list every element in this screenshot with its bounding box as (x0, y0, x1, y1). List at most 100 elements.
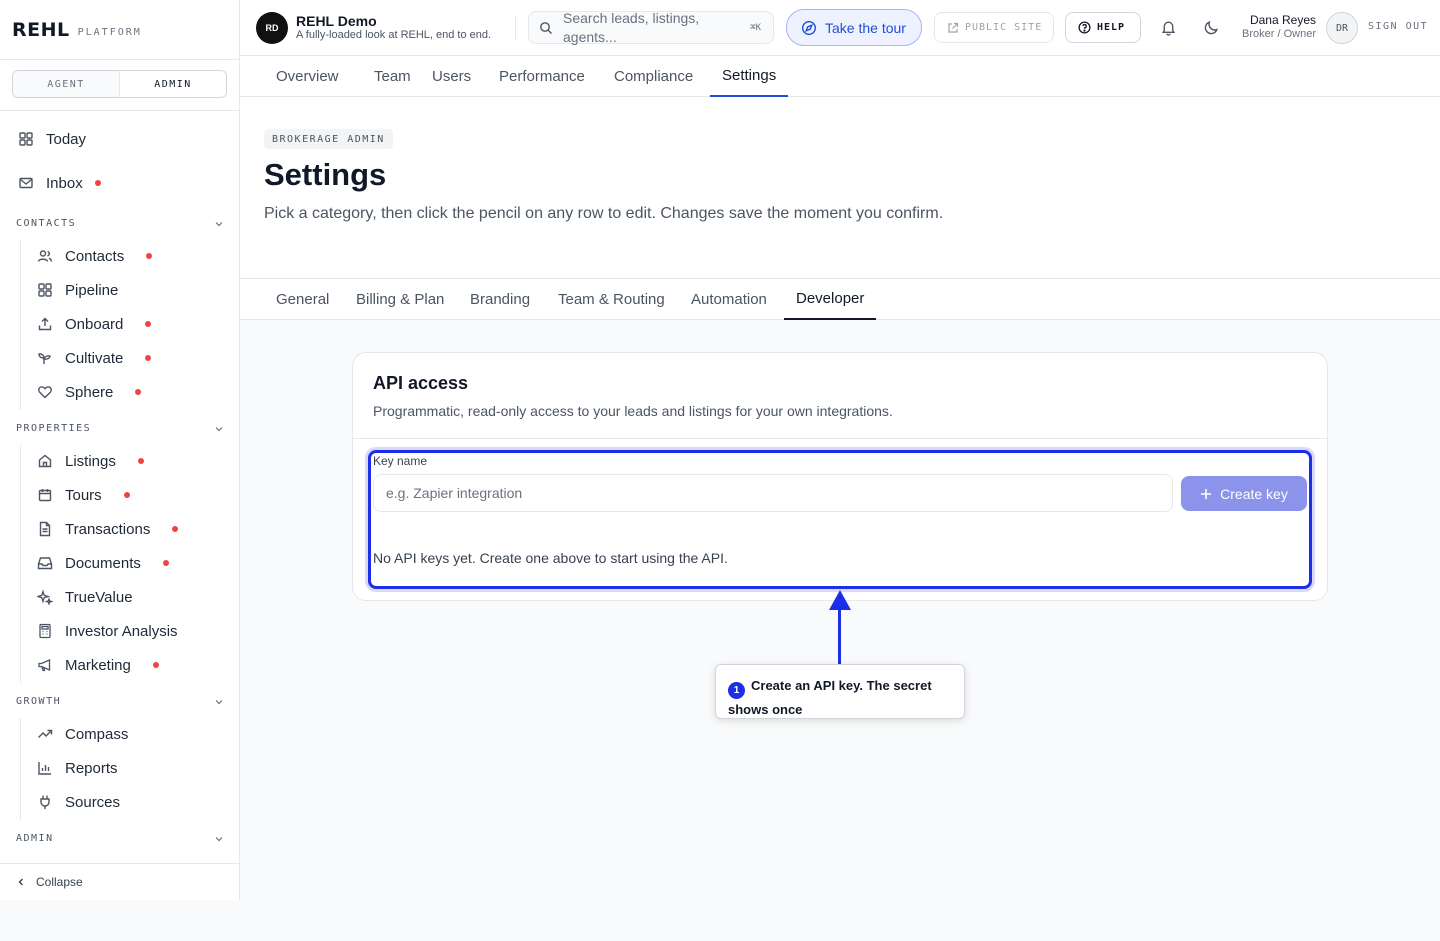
sidebar-item-sources[interactable]: Sources (37, 790, 120, 814)
page-title: Settings (264, 157, 387, 192)
heart-icon (38, 386, 52, 399)
key-name-input[interactable] (373, 474, 1173, 512)
sidebar-item-label: Reports (65, 759, 118, 777)
calculator-icon (39, 623, 51, 639)
section-header-growth[interactable]: GROWTH (16, 696, 224, 707)
notification-dot (146, 253, 153, 259)
megaphone-icon (38, 659, 51, 672)
sidebar-item-transactions[interactable]: Transactions (37, 517, 179, 541)
tour-tooltip[interactable]: 1 Create an API key. The secret shows onc… (715, 664, 965, 719)
notification-dot (135, 389, 142, 395)
section-header-contacts[interactable]: CONTACTS (16, 218, 224, 229)
compass-icon (801, 20, 817, 35)
tab-billing-plan[interactable]: Billing & Plan (344, 279, 456, 320)
notification-dot (137, 458, 144, 464)
notification-dot (145, 355, 152, 361)
sidebar-item-contacts[interactable]: Contacts (37, 244, 153, 268)
tab-general[interactable]: General (264, 279, 341, 320)
help-circle-icon (1078, 21, 1091, 34)
tab-settings[interactable]: Settings (710, 56, 789, 97)
sidebar-item-label: Cultivate (65, 349, 124, 367)
grid-icon (38, 283, 52, 297)
search-icon (540, 21, 552, 34)
collapse-sidebar-button[interactable]: Collapse (0, 863, 240, 900)
bell-icon[interactable] (1160, 19, 1177, 36)
admin-tabs: Overview Team Users Performance Complian… (240, 56, 1440, 97)
sidebar-item-label: Sphere (65, 383, 114, 401)
section-title: ADMIN (16, 833, 54, 844)
upload-icon (38, 317, 52, 331)
moon-icon[interactable] (1203, 19, 1220, 36)
search-box[interactable]: Search leads, listings, agents... ⌘K (528, 9, 774, 47)
sidebar-item-documents[interactable]: Documents (37, 551, 169, 575)
sidebar-item-today[interactable]: Today (0, 124, 240, 154)
sidebar-item-label: Sources (65, 793, 121, 811)
section-header-properties[interactable]: PROPERTIES (16, 423, 224, 434)
help-button[interactable]: HELP (1065, 12, 1141, 43)
home-icon (38, 454, 52, 468)
notification-dot (152, 662, 159, 668)
sidebar-item-onboard[interactable]: Onboard (37, 312, 152, 336)
sidebar-item-compass[interactable]: Compass (37, 722, 128, 746)
notification-dot (145, 321, 152, 327)
brand[interactable]: REHL PLATFORM (0, 0, 239, 60)
org-avatar[interactable]: RD (256, 12, 288, 44)
create-key-label: Create key (1220, 485, 1288, 502)
external-link-icon (948, 22, 959, 33)
mail-icon (19, 177, 33, 189)
sidebar-item-marketing[interactable]: Marketing (37, 653, 159, 677)
brand-subtitle: PLATFORM (77, 26, 142, 38)
sidebar-item-cultivate[interactable]: Cultivate (37, 346, 152, 370)
sidebar-item-truevalue[interactable]: TrueValue (37, 585, 133, 609)
calendar-icon (38, 489, 52, 502)
create-key-button[interactable]: Create key (1181, 476, 1307, 511)
plug-icon (40, 795, 50, 809)
tab-compliance[interactable]: Compliance (602, 56, 705, 97)
card-description: Programmatic, read-only access to your l… (373, 403, 893, 419)
mode-agent-button[interactable]: AGENT (13, 71, 119, 97)
section-properties: Listings Tours Transactions Documents Tr… (20, 445, 220, 683)
brand-name: REHL (12, 18, 70, 41)
tab-developer[interactable]: Developer (784, 279, 877, 320)
card-divider (353, 438, 1327, 439)
mode-admin-button[interactable]: ADMIN (119, 71, 226, 97)
page-header: BROKERAGE ADMIN Settings Pick a category… (240, 97, 1440, 279)
tab-performance[interactable]: Performance (487, 56, 597, 97)
header-divider (515, 16, 516, 40)
sidebar-item-label: Marketing (65, 656, 131, 674)
search-input[interactable]: Search leads, listings, agents... (563, 9, 743, 47)
tab-users[interactable]: Users (420, 56, 483, 97)
empty-state-message: No API keys yet. Create one above to sta… (373, 550, 728, 566)
sprout-icon (38, 353, 51, 364)
tab-branding[interactable]: Branding (458, 279, 542, 320)
chevron-left-icon (18, 878, 23, 886)
mode-toggle: AGENT ADMIN (12, 70, 227, 98)
section-header-admin[interactable]: ADMIN (16, 833, 224, 844)
search-shortcut: ⌘K (750, 23, 761, 33)
sidebar-item-inbox[interactable]: Inbox (0, 168, 240, 198)
tour-highlight (368, 450, 1312, 589)
sidebar-item-pipeline[interactable]: Pipeline (37, 278, 118, 302)
public-site-label: PUBLIC SITE (965, 22, 1043, 33)
take-tour-button[interactable]: Take the tour (786, 9, 922, 46)
key-name-label: Key name (373, 454, 428, 468)
sidebar-item-sphere[interactable]: Sphere (37, 380, 142, 404)
tour-step-text: Create an API key. The secret shows once (728, 678, 932, 717)
sign-out-button[interactable]: SIGN OUT (1368, 21, 1428, 32)
tab-team-routing[interactable]: Team & Routing (546, 279, 677, 320)
sidebar-item-listings[interactable]: Listings (37, 449, 144, 473)
sidebar-item-label: Inbox (46, 174, 83, 192)
card-title: API access (373, 373, 469, 393)
tab-overview[interactable]: Overview (264, 56, 351, 97)
tour-step-number: 1 (728, 682, 745, 699)
page-description: Pick a category, then click the pencil o… (264, 205, 944, 222)
avatar[interactable]: DR (1326, 12, 1358, 44)
sidebar-item-tours[interactable]: Tours (37, 483, 130, 507)
tab-team[interactable]: Team (362, 56, 423, 97)
sparkles-icon (37, 589, 53, 605)
sidebar-item-investor-analysis[interactable]: Investor Analysis (37, 619, 178, 643)
tab-automation[interactable]: Automation (679, 279, 779, 320)
public-site-button[interactable]: PUBLIC SITE (934, 12, 1054, 43)
sidebar-item-reports[interactable]: Reports (37, 756, 118, 780)
tour-arrow-line (838, 606, 841, 664)
